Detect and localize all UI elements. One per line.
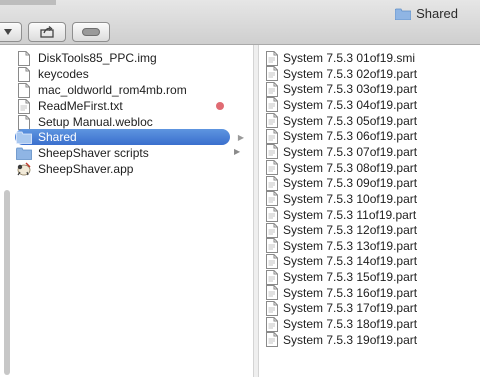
finder-toolbar: Shared [0, 0, 480, 45]
list-item-label: mac_oldworld_rom4mb.rom [38, 83, 187, 97]
list-item-label: System 7.5.3 08of19.part [283, 160, 418, 175]
list-item[interactable]: System 7.5.3 16of19.part [266, 285, 417, 301]
list-item-sheepshaver-app[interactable]: SheepShaver.app [16, 161, 133, 177]
document-icon [266, 50, 278, 66]
list-item-disktools[interactable]: DiskTools85_PPC.img [16, 50, 157, 66]
view-options-dropdown[interactable] [0, 22, 22, 42]
share-button[interactable] [28, 22, 66, 42]
disclosure-arrow-icon: ▶ [237, 132, 244, 142]
list-item-label: System 7.5.3 12of19.part [283, 223, 418, 238]
list-item-label: System 7.5.3 14of19.part [283, 254, 418, 269]
list-item[interactable]: System 7.5.3 04of19.part [266, 97, 417, 113]
list-item-label: Shared [38, 130, 77, 144]
list-item-label: keycodes [38, 67, 89, 81]
share-icon [40, 26, 54, 38]
list-item[interactable]: System 7.5.3 03of19.part [266, 81, 417, 97]
list-item-label: System 7.5.3 19of19.part [283, 332, 418, 347]
document-icon [266, 285, 278, 301]
document-icon [266, 191, 278, 207]
list-item-label: System 7.5.3 10of19.part [283, 191, 418, 206]
list-item[interactable]: System 7.5.3 05of19.part [266, 113, 417, 129]
list-item[interactable]: System 7.5.3 11of19.part [266, 207, 416, 223]
list-item[interactable]: System 7.5.3 14of19.part [266, 253, 417, 269]
document-icon [16, 82, 32, 98]
document-icon [266, 332, 278, 348]
red-tag-dot [216, 102, 224, 110]
list-item-label: System 7.5.3 16of19.part [283, 285, 418, 300]
list-item[interactable]: System 7.5.3 06of19.part [266, 128, 417, 144]
list-item[interactable]: System 7.5.3 01of19.smi [266, 50, 415, 66]
document-icon [266, 269, 278, 285]
list-item[interactable]: System 7.5.3 13of19.part [266, 238, 417, 254]
folder-icon [16, 145, 32, 161]
list-item[interactable]: System 7.5.3 18of19.part [266, 316, 417, 332]
pill-icon [82, 28, 100, 36]
list-item-keycodes[interactable]: keycodes [16, 66, 89, 82]
list-item-label: System 7.5.3 13of19.part [283, 238, 418, 253]
list-item-label: System 7.5.3 17of19.part [283, 301, 418, 316]
list-item-label: System 7.5.3 04of19.part [283, 97, 418, 112]
list-item-label: DiskTools85_PPC.img [38, 51, 157, 65]
list-item[interactable]: System 7.5.3 19of19.part [266, 332, 417, 348]
document-icon [266, 97, 278, 113]
sheep-app-icon [16, 161, 32, 177]
chevron-down-icon [4, 29, 12, 35]
list-item[interactable]: System 7.5.3 12of19.part [266, 222, 417, 238]
document-icon [266, 207, 278, 222]
list-item[interactable]: System 7.5.3 15of19.part [266, 269, 417, 285]
list-item-setup-manual[interactable]: Setup Manual.webloc [16, 114, 153, 130]
list-item-readme[interactable]: ReadMeFirst.txt [16, 98, 123, 114]
document-icon [16, 98, 32, 114]
document-icon [16, 66, 32, 82]
list-item[interactable]: System 7.5.3 10of19.part [266, 191, 417, 207]
document-icon [16, 50, 32, 66]
list-item[interactable]: System 7.5.3 17of19.part [266, 300, 417, 316]
list-item-label: System 7.5.3 03of19.part [283, 82, 418, 97]
document-icon [266, 66, 278, 82]
list-item-label: System 7.5.3 15of19.part [283, 270, 418, 285]
document-icon [266, 222, 278, 238]
list-item[interactable]: System 7.5.3 09of19.part [266, 175, 417, 191]
toolbar-edge [0, 0, 56, 5]
list-item-label: SheepShaver scripts [38, 146, 149, 160]
window-title-text: Shared [416, 6, 458, 21]
folder-icon [16, 129, 32, 145]
document-icon [266, 300, 278, 316]
document-icon [266, 175, 278, 191]
list-item-shared[interactable]: Shared ▶ [15, 129, 244, 145]
list-item-label: System 7.5.3 07of19.part [283, 144, 418, 159]
document-icon [266, 253, 278, 269]
document-icon [16, 114, 32, 130]
list-item-label: System 7.5.3 11of19.part [283, 207, 417, 222]
list-item-label: System 7.5.3 05of19.part [283, 113, 418, 128]
list-item[interactable]: System 7.5.3 07of19.part [266, 144, 417, 160]
document-icon [266, 144, 278, 160]
document-icon [266, 238, 278, 254]
list-item-label: System 7.5.3 18of19.part [283, 317, 418, 332]
document-icon [266, 113, 278, 129]
list-item-label: Setup Manual.webloc [38, 115, 153, 129]
list-item-label: System 7.5.3 01of19.smi [283, 51, 416, 65]
document-icon [266, 128, 278, 144]
list-item-label: System 7.5.3 06of19.part [283, 129, 418, 144]
document-icon [266, 160, 278, 176]
list-item-rom[interactable]: mac_oldworld_rom4mb.rom [16, 82, 187, 98]
list-item-label: ReadMeFirst.txt [38, 99, 123, 113]
folder-icon [394, 8, 412, 20]
list-item-label: SheepShaver.app [38, 162, 134, 176]
list-item-label: System 7.5.3 02of19.part [283, 66, 418, 81]
list-item-sheepshaver-scripts[interactable]: SheepShaver scripts [16, 145, 149, 161]
list-item-label: System 7.5.3 09of19.part [283, 176, 418, 191]
document-icon [266, 316, 278, 332]
document-icon [266, 81, 278, 97]
toggle-button[interactable] [72, 22, 110, 42]
scrollbar-thumb[interactable] [4, 190, 10, 375]
list-item[interactable]: System 7.5.3 02of19.part [266, 66, 417, 82]
list-item[interactable]: System 7.5.3 08of19.part [266, 160, 417, 176]
window-title: Shared [394, 6, 458, 21]
